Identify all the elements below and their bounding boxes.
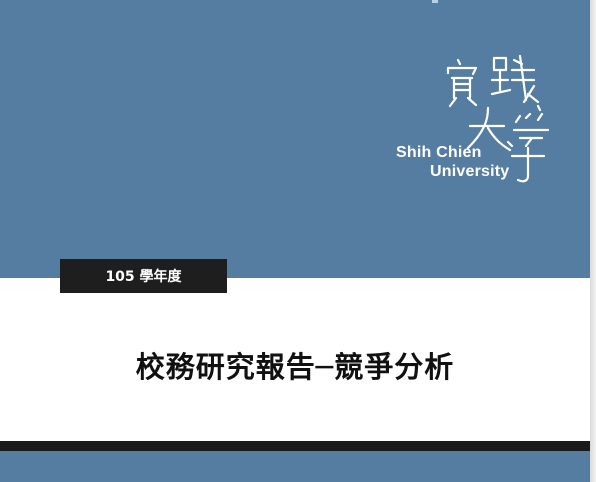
report-cover: Shih Chien University 105 學年度 校務研究報告─競爭分… xyxy=(0,0,590,482)
university-logo: Shih Chien University xyxy=(388,46,558,196)
corner-mark xyxy=(432,0,438,3)
academic-year-box: 105 學年度 xyxy=(60,259,227,293)
title-box: 校務研究報告─競爭分析 xyxy=(104,330,486,400)
bottom-color-band xyxy=(0,451,590,482)
report-title: 校務研究報告─競爭分析 xyxy=(135,350,455,384)
academic-year-label: 105 學年度 xyxy=(105,269,182,285)
logo-english-name-line1: Shih Chien xyxy=(396,144,482,161)
page-edge xyxy=(590,0,596,482)
divider-rule xyxy=(0,441,590,451)
logo-english-name-line2: University xyxy=(430,163,510,180)
